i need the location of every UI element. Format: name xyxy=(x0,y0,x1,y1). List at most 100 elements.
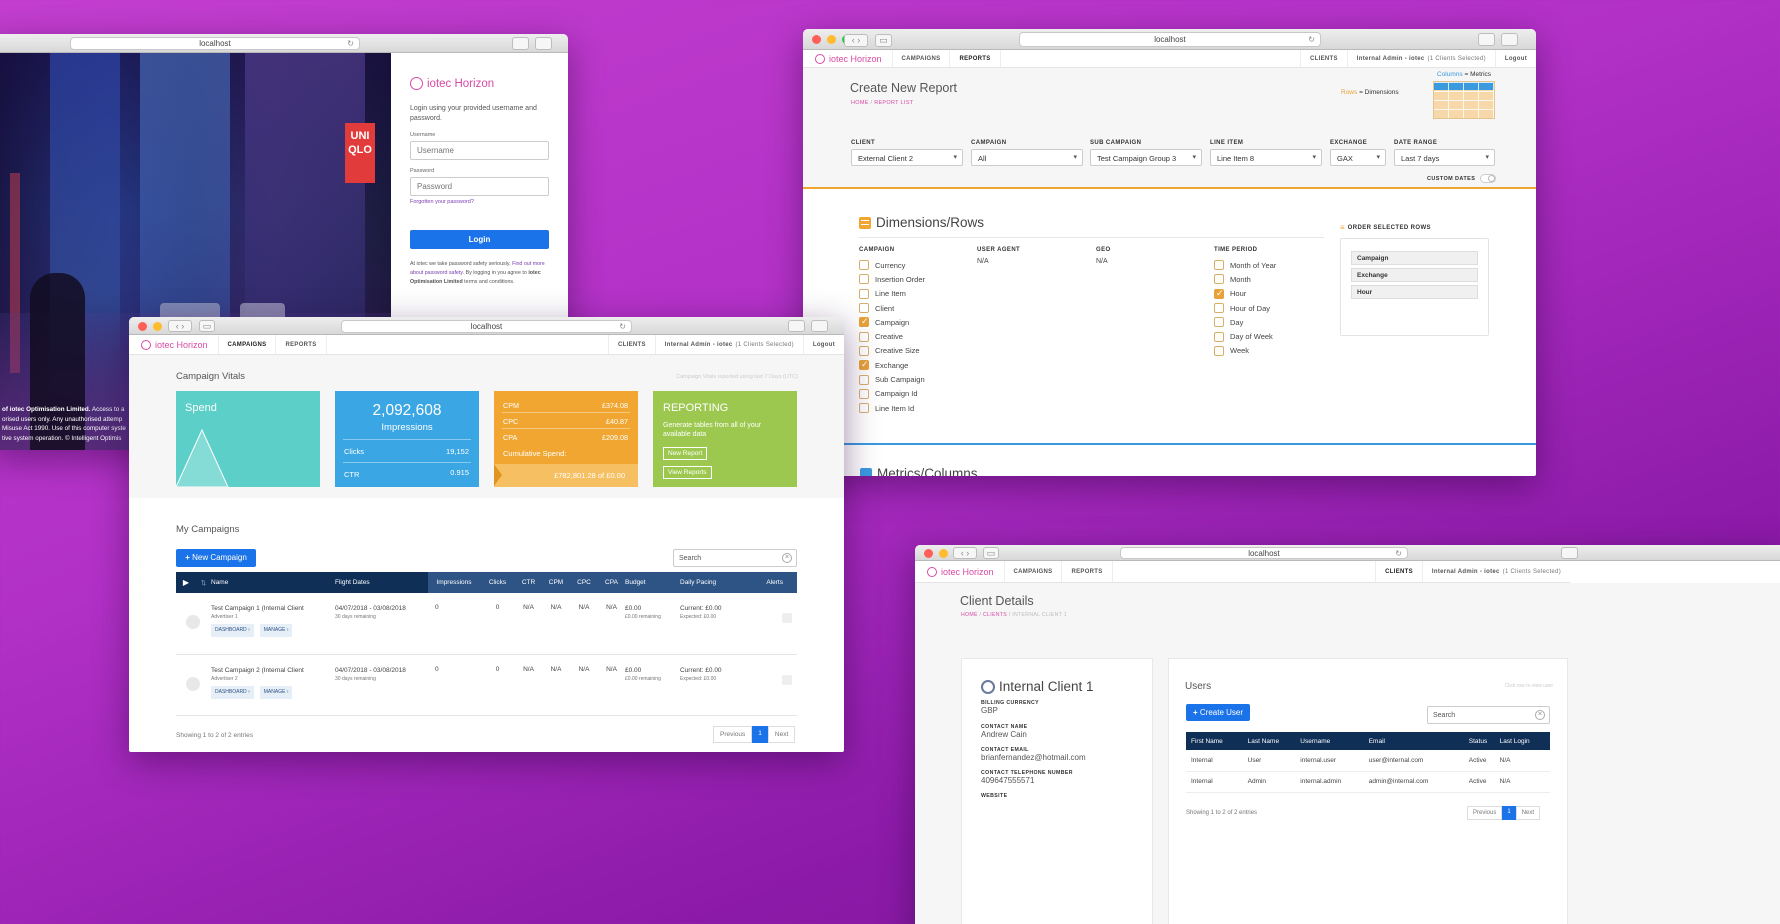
back-forward-buttons[interactable]: ‹ › xyxy=(953,547,977,559)
header-status[interactable]: Status xyxy=(1469,732,1500,750)
clear-search-icon[interactable]: × xyxy=(1535,710,1545,720)
checkbox-icon[interactable] xyxy=(1214,331,1224,342)
reload-icon[interactable]: ↻ xyxy=(619,321,626,333)
nav-clients[interactable]: CLIENTS xyxy=(1375,561,1422,582)
brand-logo[interactable]: iotec Horizon xyxy=(129,339,218,350)
prev-page-button[interactable]: Previous xyxy=(713,726,753,743)
address-bar[interactable]: localhost ↻ xyxy=(1019,32,1321,47)
view-reports-button[interactable]: View Reports xyxy=(663,466,712,479)
checkbox-icon[interactable] xyxy=(1214,303,1224,314)
date-range-select[interactable]: Last 7 days xyxy=(1394,149,1495,166)
table-row[interactable]: Internal Admin internal.admin admin@interna… xyxy=(1186,771,1550,792)
header-cpc[interactable]: CPC xyxy=(570,572,598,593)
table-row[interactable]: Test Campaign 2 (Internal Client Adverti… xyxy=(176,654,797,715)
header-first-name[interactable]: First Name xyxy=(1186,732,1248,750)
nav-campaigns[interactable]: CAMPAIGNS xyxy=(891,50,950,67)
reload-icon[interactable]: ↻ xyxy=(1308,33,1315,47)
checkbox-option[interactable]: Month of Year xyxy=(1214,258,1324,272)
order-row[interactable]: Campaign xyxy=(1351,251,1478,265)
checkbox-option[interactable]: Hour xyxy=(1214,287,1324,301)
checkbox-icon[interactable] xyxy=(859,274,869,285)
reload-icon[interactable]: ↻ xyxy=(1395,548,1402,559)
header-budget[interactable]: Budget xyxy=(625,572,680,593)
header-username[interactable]: Username xyxy=(1300,732,1368,750)
checkbox-checked-icon[interactable] xyxy=(1214,288,1224,299)
table-row[interactable]: Internal User internal.user user@internal.c… xyxy=(1186,750,1550,771)
campaign-select[interactable]: All xyxy=(971,149,1083,166)
checkbox-option[interactable]: Campaign xyxy=(859,315,969,329)
breadcrumb-home[interactable]: HOME xyxy=(961,612,978,618)
nav-reports[interactable]: REPORTS xyxy=(1061,561,1113,582)
next-page-button[interactable]: Next xyxy=(1515,806,1541,820)
breadcrumb-report-list[interactable]: REPORT LIST xyxy=(874,100,913,106)
sidebar-icon[interactable]: ▭ xyxy=(199,320,215,332)
header-ctr[interactable]: CTR xyxy=(515,572,542,593)
tabs-icon[interactable] xyxy=(1501,33,1518,46)
forgot-password-link[interactable]: Forgotten your password? xyxy=(410,199,549,205)
checkbox-option[interactable]: Currency xyxy=(859,258,969,272)
checkbox-icon[interactable] xyxy=(859,331,869,342)
checkbox-icon[interactable] xyxy=(859,374,869,385)
breadcrumb-home[interactable]: HOME xyxy=(851,100,869,106)
back-forward-buttons[interactable]: ‹ › xyxy=(168,320,192,332)
logout-link[interactable]: Logout xyxy=(802,335,844,354)
checkbox-icon[interactable] xyxy=(859,303,869,314)
clear-search-icon[interactable]: × xyxy=(782,553,792,563)
checkbox-icon[interactable] xyxy=(859,345,869,356)
address-bar[interactable]: localhost ↻ xyxy=(1120,547,1408,559)
checkbox-option[interactable]: Line Item Id xyxy=(859,401,969,415)
checkbox-option[interactable]: Creative xyxy=(859,329,969,343)
checkbox-icon[interactable] xyxy=(859,388,869,399)
checkbox-checked-icon[interactable] xyxy=(859,359,869,371)
campaign-name[interactable]: Test Campaign 1 (Internal Client xyxy=(211,604,335,613)
checkbox-option[interactable]: Sub Campaign xyxy=(859,372,969,386)
checkbox-option[interactable]: Month xyxy=(1214,272,1324,286)
checkbox-option[interactable]: Hour of Day xyxy=(1214,301,1324,315)
header-alerts[interactable]: Alerts xyxy=(742,572,797,593)
tabs-icon[interactable] xyxy=(535,37,552,50)
password-input[interactable] xyxy=(410,177,549,196)
checkbox-option[interactable]: Week xyxy=(1214,344,1324,358)
checkbox-option[interactable]: Client xyxy=(859,301,969,315)
header-cpa[interactable]: CPA xyxy=(598,572,625,593)
user-menu[interactable]: Internal Admin - iotec (1 Clients Selecte… xyxy=(1346,50,1495,67)
sort-icon[interactable]: ⇅ xyxy=(196,572,211,593)
address-bar[interactable]: localhost ↻ xyxy=(341,320,632,333)
page-1-button[interactable]: 1 xyxy=(1502,806,1516,820)
tabs-icon[interactable] xyxy=(811,320,828,332)
checkbox-checked-icon[interactable] xyxy=(859,316,869,328)
reload-icon[interactable]: ↻ xyxy=(347,38,354,50)
campaign-name[interactable]: Test Campaign 2 (Internal Client xyxy=(211,666,335,675)
campaign-search[interactable]: Search × xyxy=(673,549,797,567)
nav-campaigns[interactable]: CAMPAIGNS xyxy=(1003,561,1062,582)
header-impressions[interactable]: Impressions xyxy=(428,572,480,593)
alert-icon[interactable] xyxy=(782,674,792,685)
share-icon[interactable] xyxy=(1478,33,1495,46)
breadcrumb-clients[interactable]: CLIENTS xyxy=(983,612,1007,618)
sub-campaign-select[interactable]: Test Campaign Group 3 xyxy=(1090,149,1202,166)
line-item-select[interactable]: Line Item 8 xyxy=(1210,149,1322,166)
back-forward-buttons[interactable]: ‹ › xyxy=(844,34,868,47)
header-name[interactable]: Name xyxy=(211,572,335,593)
client-select[interactable]: External Client 2 xyxy=(851,149,963,166)
dashboard-button[interactable]: DASHBOARD › xyxy=(211,624,254,637)
page-1-button[interactable]: 1 xyxy=(752,726,768,743)
header-cpm[interactable]: CPM xyxy=(542,572,570,593)
table-row[interactable]: Test Campaign 1 (Internal Client Adverti… xyxy=(176,593,797,654)
header-flight-dates[interactable]: Flight Dates xyxy=(335,572,428,593)
exchange-select[interactable]: GAX xyxy=(1330,149,1386,166)
header-clicks[interactable]: Clicks xyxy=(480,572,515,593)
alert-icon[interactable] xyxy=(782,613,792,623)
play-icon[interactable]: ▶ xyxy=(176,572,196,593)
user-menu[interactable]: Internal Admin - iotec (1 Clients Selecte… xyxy=(654,335,803,354)
checkbox-option[interactable]: Insertion Order xyxy=(859,272,969,286)
checkbox-icon[interactable] xyxy=(1214,260,1224,271)
brand-logo[interactable]: iotec Horizon xyxy=(803,53,892,64)
checkbox-icon[interactable] xyxy=(1214,317,1224,328)
checkbox-option[interactable]: Creative Size xyxy=(859,344,969,358)
checkbox-option[interactable]: Line Item xyxy=(859,287,969,301)
new-report-button[interactable]: New Report xyxy=(663,447,708,460)
checkbox-icon[interactable] xyxy=(859,260,869,271)
user-search[interactable]: Search × xyxy=(1427,706,1550,724)
username-input[interactable] xyxy=(410,141,549,160)
